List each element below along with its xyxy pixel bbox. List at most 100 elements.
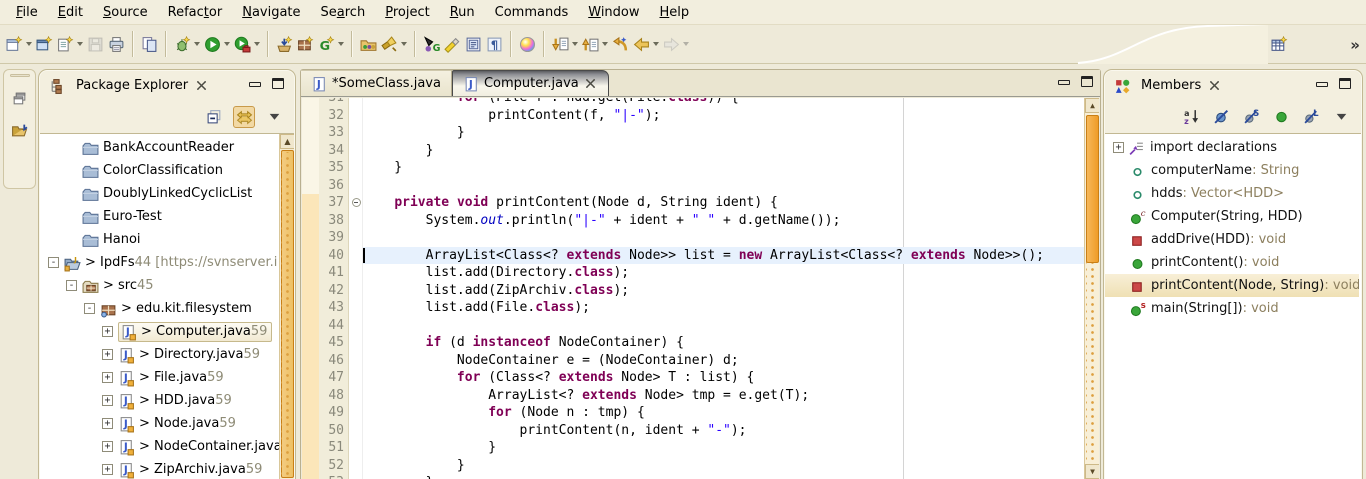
toolbar-overflow-button[interactable]: »: [1350, 36, 1358, 54]
show-whitespace-button[interactable]: ¶: [484, 30, 505, 58]
hide-fields-icon[interactable]: [1210, 106, 1232, 128]
editor-tab[interactable]: JComputer.java: [452, 70, 609, 96]
open-fast-view-icon[interactable]: [9, 119, 31, 141]
code-line[interactable]: list.add(File.class);: [363, 299, 1084, 317]
chevron-down-icon[interactable]: [224, 42, 230, 46]
code-line[interactable]: ArrayList<? extends Node> tmp = e.get(T)…: [363, 387, 1084, 405]
member-item[interactable]: +import declarations: [1105, 136, 1359, 159]
scroll-up-icon[interactable]: ▲: [1085, 98, 1099, 113]
view-menu-icon[interactable]: [263, 106, 285, 128]
code-line[interactable]: if (d instanceof NodeContainer) {: [363, 334, 1084, 352]
print-button[interactable]: [106, 30, 127, 58]
expand-icon[interactable]: +: [102, 441, 113, 452]
code-line[interactable]: }: [363, 142, 1084, 160]
package-explorer-scrollbar[interactable]: ▲: [279, 134, 294, 479]
menu-run[interactable]: Run: [440, 2, 485, 23]
member-item[interactable]: computerName : String: [1105, 159, 1359, 182]
search-button[interactable]: [379, 30, 409, 58]
close-icon[interactable]: [1207, 79, 1221, 93]
code-line[interactable]: [363, 317, 1084, 335]
view-menu-icon[interactable]: [1330, 106, 1352, 128]
chevron-down-icon[interactable]: [683, 42, 689, 46]
import-wizard-button[interactable]: [274, 30, 295, 58]
fast-view-drag-handle[interactable]: [10, 74, 30, 77]
new-package-button[interactable]: [295, 30, 316, 58]
chevron-down-icon[interactable]: [572, 42, 578, 46]
code-line[interactable]: ArrayList<Class<? extends Node>> list = …: [363, 247, 1084, 265]
two-pages-button[interactable]: [139, 30, 160, 58]
goto-type-button[interactable]: G: [421, 30, 442, 58]
member-item[interactable]: printContent() : void: [1105, 251, 1359, 274]
hide-local-icon[interactable]: L: [1300, 106, 1322, 128]
menu-file[interactable]: File: [6, 2, 48, 23]
member-item[interactable]: printContent(Node, String) : void: [1105, 274, 1359, 297]
chevron-down-icon[interactable]: [26, 42, 32, 46]
menu-commands[interactable]: Commands: [485, 2, 579, 23]
code-line[interactable]: }: [363, 439, 1084, 457]
collapse-icon[interactable]: -: [48, 257, 59, 268]
tree-item[interactable]: +J> File.java 59: [40, 366, 279, 389]
tree-item[interactable]: +J> HDD.java 59: [40, 389, 279, 412]
link-with-editor-icon[interactable]: [233, 106, 255, 128]
code-line[interactable]: list.add(Directory.class);: [363, 264, 1084, 282]
run-button[interactable]: [202, 30, 232, 58]
tree-item[interactable]: +J> ZipArchiv.java 59: [40, 458, 279, 479]
new-class-wizard-button[interactable]: [55, 30, 85, 58]
code-line[interactable]: [363, 229, 1084, 247]
expand-icon[interactable]: +: [102, 418, 113, 429]
tree-item[interactable]: BankAccountReader: [40, 136, 279, 159]
maximize-view-button[interactable]: [270, 77, 285, 90]
expand-icon[interactable]: +: [102, 464, 113, 475]
tree-item[interactable]: +J> Directory.java 59: [40, 343, 279, 366]
restore-windows-icon[interactable]: [9, 87, 31, 109]
editor-tab[interactable]: J*SomeClass.java: [301, 70, 452, 96]
tree-item[interactable]: -J> IpdFs 44 [https://svnserver.i: [40, 251, 279, 274]
code-line[interactable]: for (Class<? extends Node> T : list) {: [363, 369, 1084, 387]
tree-item[interactable]: Hanoi: [40, 228, 279, 251]
chevron-down-icon[interactable]: [401, 42, 407, 46]
editor-scrollbar[interactable]: ▲ ▼: [1084, 98, 1099, 479]
new-project-button[interactable]: [34, 30, 55, 58]
hide-nonpublic-icon[interactable]: [1270, 106, 1292, 128]
chevron-down-icon[interactable]: [194, 42, 200, 46]
minimize-editor-button[interactable]: [1056, 75, 1071, 88]
code-line[interactable]: NodeContainer e = (NodeContainer) d;: [363, 352, 1084, 370]
minimize-view-button[interactable]: [1314, 77, 1329, 90]
perspective-sphere-button[interactable]: [517, 30, 538, 58]
save-button[interactable]: [85, 30, 106, 58]
code-line[interactable]: System.out.println("|-" + ident + " " + …: [363, 212, 1084, 230]
chevron-down-icon[interactable]: [77, 42, 83, 46]
tree-item[interactable]: +J> NodeContainer.java 59: [40, 435, 279, 458]
close-icon[interactable]: [584, 77, 598, 91]
debug-button[interactable]: [172, 30, 202, 58]
menu-window[interactable]: Window: [578, 2, 649, 23]
expand-icon[interactable]: +: [102, 395, 113, 406]
menu-refactor[interactable]: Refactor: [158, 2, 233, 23]
table-wizard-button[interactable]: [1269, 31, 1290, 59]
tree-item[interactable]: -> src 45: [40, 274, 279, 297]
menu-navigate[interactable]: Navigate: [232, 2, 310, 23]
menu-search[interactable]: Search: [311, 2, 376, 23]
last-edit-location-button[interactable]: [610, 30, 631, 58]
menu-help[interactable]: Help: [650, 2, 700, 23]
menu-edit[interactable]: Edit: [48, 2, 93, 23]
menu-project[interactable]: Project: [375, 2, 440, 23]
tree-item[interactable]: -> edu.kit.filesystem: [40, 297, 279, 320]
code-line[interactable]: printContent(n, ident + "-");: [363, 422, 1084, 440]
code-text[interactable]: for (File f : hdd.get(File.class)) { pri…: [363, 98, 1084, 479]
back-button[interactable]: [631, 30, 661, 58]
chevron-down-icon[interactable]: [602, 42, 608, 46]
code-line[interactable]: printContent(f, "|-");: [363, 107, 1084, 125]
selected-tree-item[interactable]: J> Computer.java 59: [118, 322, 272, 342]
member-item[interactable]: cComputer(String, HDD): [1105, 205, 1359, 228]
menu-source[interactable]: Source: [93, 2, 158, 23]
collapse-icon[interactable]: -: [66, 280, 77, 291]
code-line[interactable]: }: [363, 457, 1084, 475]
code-line[interactable]: private void printContent(Node d, String…: [363, 194, 1084, 212]
code-line[interactable]: }: [363, 474, 1084, 479]
minimize-view-button[interactable]: [247, 77, 262, 90]
forward-button[interactable]: [661, 30, 691, 58]
member-item[interactable]: addDrive(HDD) : void: [1105, 228, 1359, 251]
show-source-box-button[interactable]: [463, 30, 484, 58]
open-type-button[interactable]: [358, 30, 379, 58]
